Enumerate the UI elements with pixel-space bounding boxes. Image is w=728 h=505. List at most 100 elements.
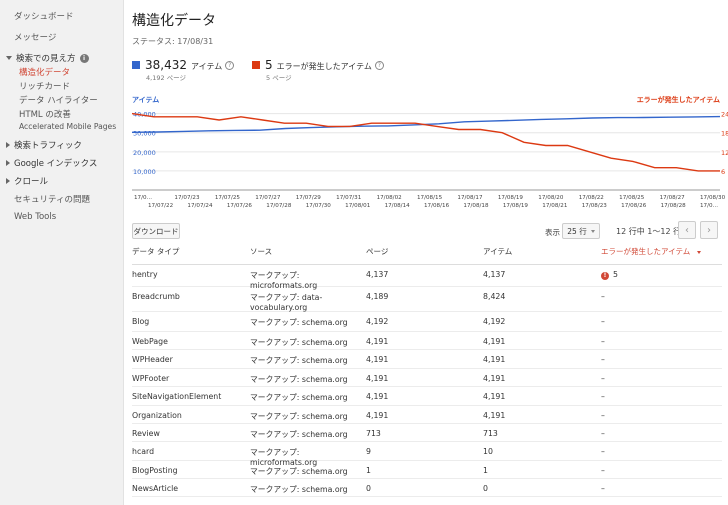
next-page-button[interactable]: › bbox=[700, 221, 718, 239]
cell-items: 4,191 bbox=[483, 374, 506, 383]
download-button[interactable]: ダウンロード bbox=[132, 223, 180, 239]
sidebar-item-web-tools[interactable]: Web Tools bbox=[14, 212, 56, 222]
sidebar-group-label: 検索トラフィック bbox=[14, 141, 82, 151]
table-row[interactable]: NewsArticle マークアップ: schema.org 0 0 – bbox=[132, 479, 722, 497]
chevron-right-icon bbox=[6, 142, 10, 148]
left-tick-label: 20,000 bbox=[133, 149, 156, 157]
x-tick-label: 17/08/14 bbox=[385, 203, 411, 209]
table-row[interactable]: BlogPosting マークアップ: schema.org 1 1 – bbox=[132, 461, 722, 479]
prev-page-button[interactable]: ‹ bbox=[678, 221, 696, 239]
cell-errors-value: – bbox=[601, 374, 605, 383]
table-row[interactable]: hentry マークアップ: microformats.org 4,137 4,137… bbox=[132, 265, 722, 290]
col-header-errors[interactable]: エラーが発生したアイテム bbox=[601, 246, 701, 257]
help-icon[interactable]: ? bbox=[225, 61, 235, 70]
x-tick-label: 17/08/19 bbox=[498, 195, 524, 201]
x-tick-label: 17/08/21 bbox=[542, 203, 568, 209]
sidebar-group-crawl[interactable]: クロール bbox=[6, 175, 48, 187]
x-tick-label: 17/08/02 bbox=[377, 195, 402, 201]
table-row[interactable]: Blog マークアップ: schema.org 4,192 4,192 – bbox=[132, 312, 722, 332]
table-row[interactable]: Organization マークアップ: schema.org 4,191 4,191… bbox=[132, 406, 722, 424]
col-header-errors-label: エラーが発生したアイテム bbox=[601, 247, 691, 256]
help-icon[interactable]: ? bbox=[374, 61, 384, 70]
cell-pages: 4,191 bbox=[366, 411, 389, 420]
cell-pages: 4,191 bbox=[366, 337, 389, 346]
cell-pages: 0 bbox=[366, 484, 371, 493]
cell-pages: 1 bbox=[366, 466, 371, 475]
cell-data-type: NewsArticle bbox=[132, 484, 179, 493]
cell-errors-value: – bbox=[601, 429, 605, 438]
cell-source: マークアップ: schema.org bbox=[250, 430, 348, 439]
line-chart[interactable]: 40,00030,00020,00010,000241812617/0… 17/0… bbox=[124, 100, 728, 240]
table-row[interactable]: SiteNavigationElement マークアップ: schema.org 4… bbox=[132, 387, 722, 406]
cell-items: 4,191 bbox=[483, 337, 506, 346]
items-label: アイテム bbox=[191, 62, 223, 71]
cell-source: マークアップ: schema.org bbox=[250, 356, 348, 365]
table-row[interactable]: Breadcrumb マークアップ: data-vocabulary.org 4,1… bbox=[132, 287, 722, 312]
cell-pages: 4,137 bbox=[366, 270, 389, 279]
cell-errors: – bbox=[601, 355, 605, 364]
sidebar-item-rich-cards[interactable]: リッチカード bbox=[19, 80, 70, 92]
x-tick-label: 17/08/25 bbox=[619, 195, 645, 201]
col-header-pages[interactable]: ページ bbox=[366, 246, 388, 257]
cell-items: 10 bbox=[483, 447, 493, 456]
col-header-type[interactable]: データ タイプ bbox=[132, 246, 179, 257]
cell-errors-value: – bbox=[601, 292, 605, 301]
cell-items: 0 bbox=[483, 484, 488, 493]
sidebar-group-google-index[interactable]: Google インデックス bbox=[6, 157, 97, 169]
sidebar-group-search-appearance[interactable]: 検索での見え方 i bbox=[6, 52, 89, 64]
cell-data-type: Blog bbox=[132, 317, 150, 326]
x-tick-label: 17/07/22 bbox=[148, 203, 173, 209]
cell-errors: – bbox=[601, 447, 605, 456]
cell-pages: 713 bbox=[366, 429, 381, 438]
cell-data-type: Organization bbox=[132, 411, 182, 420]
sidebar-item-dashboard[interactable]: ダッシュボード bbox=[14, 10, 74, 22]
cell-source: マークアップ: schema.org bbox=[250, 467, 348, 476]
x-tick-label: 17/07/26 bbox=[227, 203, 253, 209]
cell-items: 4,191 bbox=[483, 392, 506, 401]
cell-errors-value: – bbox=[601, 317, 605, 326]
x-tick-label: 17/07/25 bbox=[215, 195, 241, 201]
cell-data-type: Breadcrumb bbox=[132, 292, 180, 301]
cell-source: マークアップ: schema.org bbox=[250, 338, 348, 347]
cell-errors: – bbox=[601, 392, 605, 401]
col-header-source[interactable]: ソース bbox=[250, 246, 272, 257]
cell-errors: – bbox=[601, 411, 605, 420]
cell-data-type: WPHeader bbox=[132, 355, 173, 364]
sidebar-item-data-highlighter[interactable]: データ ハイライター bbox=[19, 94, 98, 106]
sidebar-item-structured-data[interactable]: 構造化データ bbox=[19, 66, 70, 78]
cell-source: マークアップ: schema.org bbox=[250, 412, 348, 421]
chevron-right-icon bbox=[6, 160, 10, 166]
cell-errors: – bbox=[601, 374, 605, 383]
sidebar-group-search-traffic[interactable]: 検索トラフィック bbox=[6, 139, 82, 151]
chevron-left-icon: ‹ bbox=[685, 224, 689, 236]
table-row[interactable]: Review マークアップ: schema.org 713 713 – bbox=[132, 424, 722, 442]
cell-pages: 9 bbox=[366, 447, 371, 456]
table-row[interactable]: WPFooter マークアップ: schema.org 4,191 4,191 – bbox=[132, 369, 722, 387]
sidebar-item-messages[interactable]: メッセージ bbox=[14, 31, 56, 43]
cell-errors-value: – bbox=[601, 355, 605, 364]
sidebar-item-security[interactable]: セキュリティの問題 bbox=[14, 193, 90, 205]
sidebar-item-html-improvements[interactable]: HTML の改善 bbox=[19, 108, 71, 120]
col-header-items[interactable]: アイテム bbox=[483, 246, 512, 257]
pagination-range: 12 行中 1～12 行 bbox=[616, 227, 682, 236]
sidebar-item-amp[interactable]: Accelerated Mobile Pages bbox=[19, 122, 116, 131]
items-pages: 4,192 ページ bbox=[146, 74, 187, 82]
x-tick-label: 17/08/27 bbox=[660, 195, 686, 201]
x-tick-label: 17/08/23 bbox=[582, 203, 608, 209]
x-tick-label: 17/08/19 bbox=[503, 203, 529, 209]
x-tick-label: 17/08/22 bbox=[579, 195, 604, 201]
info-icon[interactable]: i bbox=[79, 53, 89, 63]
table-row[interactable]: WebPage マークアップ: schema.org 4,191 4,191 – bbox=[132, 332, 722, 350]
rows-per-page-select[interactable]: 25 行 bbox=[562, 223, 600, 239]
x-tick-label: 17/08/17 bbox=[457, 195, 483, 201]
cell-errors: – bbox=[601, 337, 605, 346]
right-tick-label: 12 bbox=[721, 149, 728, 157]
cell-errors: – bbox=[601, 484, 605, 493]
table-row[interactable]: WPHeader マークアップ: schema.org 4,191 4,191 – bbox=[132, 350, 722, 369]
x-tick-label: 17/07/31 bbox=[336, 195, 362, 201]
table-row[interactable]: hcard マークアップ: microformats.org 9 10– bbox=[132, 442, 722, 467]
cell-errors-value: – bbox=[601, 392, 605, 401]
chevron-down-icon bbox=[590, 229, 595, 233]
sidebar-group-label: Google インデックス bbox=[14, 159, 98, 169]
x-tick-label: 17/0… bbox=[700, 203, 718, 209]
